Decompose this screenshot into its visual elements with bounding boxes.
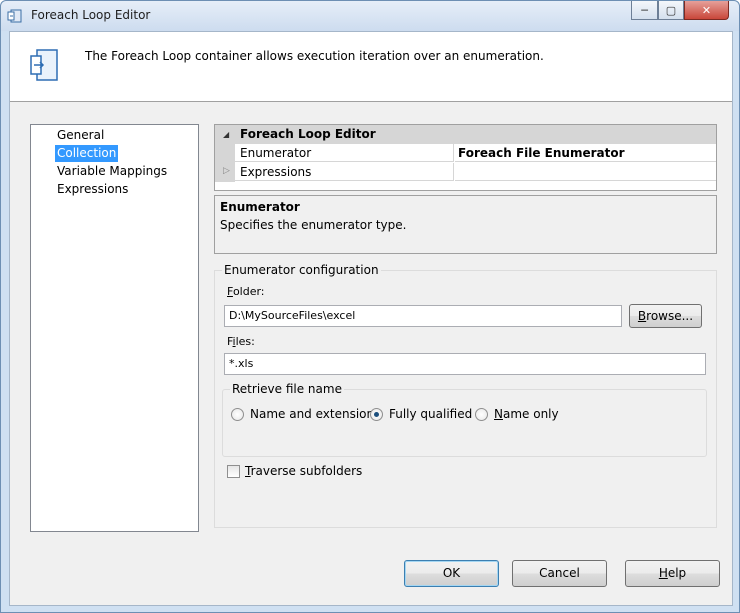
header-panel: The Foreach Loop container allows execut… bbox=[10, 32, 732, 101]
property-row-expressions[interactable]: ▷ Expressions bbox=[215, 163, 716, 182]
maximize-button[interactable]: ▢ bbox=[658, 1, 684, 20]
minimize-button[interactable]: ─ bbox=[631, 1, 658, 20]
foreach-loop-app-icon bbox=[7, 9, 22, 23]
retrieve-file-name-label: Retrieve file name bbox=[230, 382, 344, 396]
dialog-window: Foreach Loop Editor ─ ▢ ✕ The Foreach Lo… bbox=[0, 0, 740, 613]
radio-name-and-extension[interactable] bbox=[231, 408, 244, 421]
nav-list: General Collection Variable Mappings Exp… bbox=[30, 124, 199, 532]
property-value[interactable] bbox=[455, 163, 716, 181]
radio-fully-qualified[interactable] bbox=[370, 408, 383, 421]
window-title: Foreach Loop Editor bbox=[31, 8, 151, 22]
close-icon: ✕ bbox=[701, 3, 712, 17]
enumerator-config-label: Enumerator configuration bbox=[222, 263, 381, 277]
nav-item-variable-mappings[interactable]: Variable Mappings bbox=[55, 163, 169, 180]
header-description: The Foreach Loop container allows execut… bbox=[85, 49, 544, 63]
radio-fully-qualified-label[interactable]: Fully qualified bbox=[389, 407, 472, 421]
property-category-header[interactable]: ◢ Foreach Loop Editor bbox=[215, 125, 716, 144]
property-grid: ◢ Foreach Loop Editor Enumerator Foreach… bbox=[214, 124, 717, 191]
foreach-loop-container-icon bbox=[30, 49, 58, 81]
dialog-client-area: The Foreach Loop container allows execut… bbox=[9, 31, 733, 606]
radio-name-only[interactable] bbox=[475, 408, 488, 421]
browse-button[interactable]: Browse... bbox=[629, 304, 702, 328]
nav-item-expressions[interactable]: Expressions bbox=[55, 181, 130, 198]
header-divider bbox=[10, 101, 732, 102]
folder-label: Folder: bbox=[227, 285, 265, 298]
property-name: Enumerator bbox=[235, 144, 454, 162]
property-description-panel: Enumerator Specifies the enumerator type… bbox=[214, 195, 717, 254]
collapse-triangle-icon[interactable]: ◢ bbox=[223, 130, 229, 139]
traverse-subfolders-label[interactable]: Traverse subfolders bbox=[245, 464, 362, 478]
nav-item-general[interactable]: General bbox=[55, 127, 106, 144]
nav-item-collection[interactable]: Collection bbox=[55, 145, 119, 162]
cancel-button[interactable]: Cancel bbox=[512, 560, 607, 587]
property-description-text: Specifies the enumerator type. bbox=[220, 218, 407, 232]
property-row-enumerator[interactable]: Enumerator Foreach File Enumerator bbox=[215, 144, 716, 163]
property-category-label: Foreach Loop Editor bbox=[240, 127, 376, 141]
help-button[interactable]: Help bbox=[625, 560, 720, 587]
expand-arrow-icon[interactable]: ▷ bbox=[223, 166, 230, 176]
row-gutter: ▷ bbox=[215, 163, 235, 182]
property-value[interactable]: Foreach File Enumerator bbox=[455, 144, 716, 162]
radio-name-and-extension-label[interactable]: Name and extension bbox=[250, 407, 374, 421]
row-gutter bbox=[215, 144, 235, 163]
close-button[interactable]: ✕ bbox=[684, 1, 729, 20]
files-input[interactable]: *.xls bbox=[224, 353, 706, 375]
retrieve-file-name-group bbox=[222, 389, 707, 457]
property-description-title: Enumerator bbox=[220, 200, 300, 214]
property-name: Expressions bbox=[235, 163, 454, 181]
maximize-icon: ▢ bbox=[665, 3, 677, 17]
radio-name-only-label[interactable]: Name only bbox=[494, 407, 559, 421]
files-label: Files: bbox=[227, 335, 255, 348]
ok-button[interactable]: OK bbox=[404, 560, 499, 587]
folder-input[interactable]: D:\MySourceFiles\excel bbox=[224, 305, 622, 327]
traverse-subfolders-checkbox[interactable] bbox=[227, 465, 240, 478]
minimize-icon: ─ bbox=[641, 3, 648, 17]
title-bar[interactable]: Foreach Loop Editor ─ ▢ ✕ bbox=[1, 1, 739, 31]
